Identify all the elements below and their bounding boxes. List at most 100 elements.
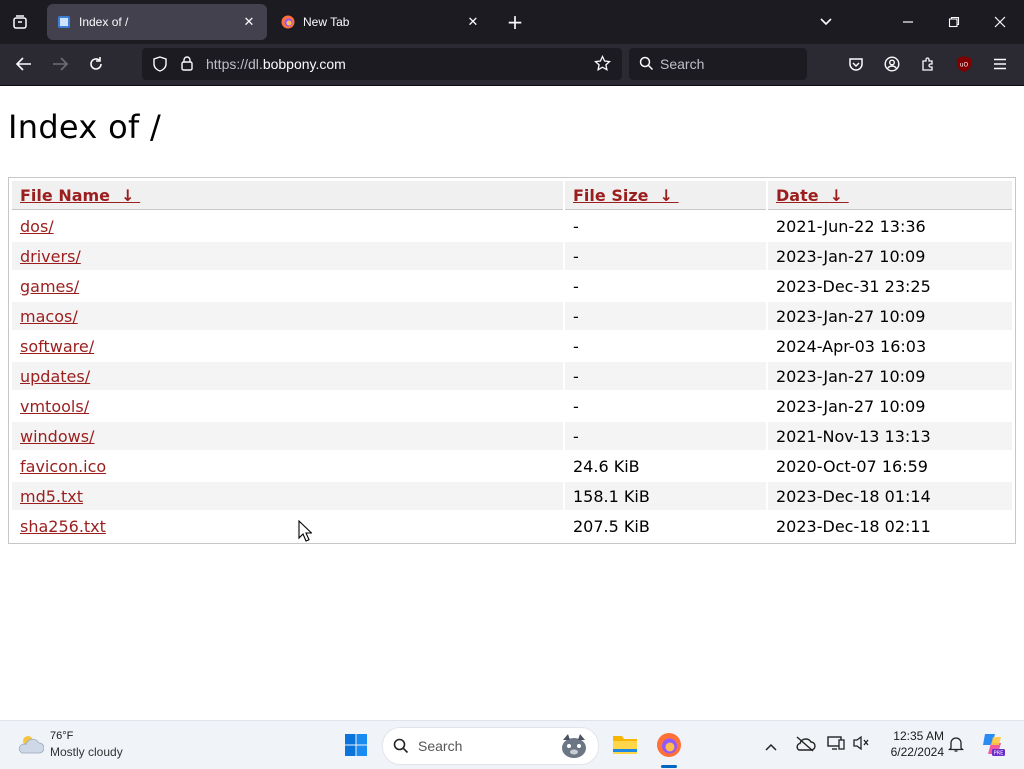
file-link[interactable]: md5.txt — [20, 487, 83, 506]
table-row: sha256.txt 207.5 KiB 2023-Dec-18 02:11 — [12, 512, 1012, 540]
search-icon — [393, 738, 409, 758]
file-date-cell: 2023-Jan-27 10:09 — [768, 242, 1012, 270]
start-button[interactable] — [344, 733, 368, 757]
file-date-cell: 2021-Nov-13 13:13 — [768, 422, 1012, 450]
sort-arrow-icon: ↓ — [829, 185, 844, 205]
close-tab-icon[interactable]: ✕ — [465, 14, 481, 30]
file-link[interactable]: windows/ — [20, 427, 94, 446]
file-size-cell: - — [565, 302, 766, 330]
table-row: drivers/ - 2023-Jan-27 10:09 — [12, 242, 1012, 270]
file-date-cell: 2024-Apr-03 16:03 — [776, 336, 927, 356]
search-placeholder: Search — [660, 56, 705, 72]
table-row: vmtools/ - 2023-Jan-27 10:09 — [12, 392, 1012, 420]
weather-widget[interactable]: 76°F Mostly cloudy — [10, 725, 140, 765]
file-link[interactable]: sha256.txt — [20, 517, 106, 536]
file-link[interactable]: drivers/ — [20, 247, 81, 266]
firefox-taskbar-icon[interactable] — [656, 732, 682, 758]
bookmark-star-icon[interactable] — [594, 54, 611, 76]
file-size-cell: - — [565, 422, 766, 450]
file-size-cell: 158.1 KiB — [565, 482, 766, 510]
svg-text:uO: uO — [960, 62, 969, 69]
taskbar-search-label: Search — [418, 738, 463, 754]
close-window-icon[interactable] — [988, 10, 1012, 34]
table-row: dos/ - 2021-Jun-22 13:36 — [12, 212, 1012, 240]
file-name-cell: sha256.txt — [12, 512, 563, 540]
table-row: windows/ - 2021-Nov-13 13:13 — [12, 422, 1012, 450]
mouse-cursor-icon — [298, 519, 313, 546]
file-link[interactable]: dos/ — [20, 217, 54, 236]
minimize-icon[interactable] — [896, 10, 920, 34]
system-clock[interactable]: 12:35 AM 6/22/2024 — [874, 728, 944, 760]
file-name-cell: windows/ — [12, 422, 563, 450]
reload-icon[interactable] — [84, 52, 108, 76]
svg-text:PRE: PRE — [994, 751, 1004, 757]
file-size-cell: 207.5 KiB — [573, 516, 650, 536]
weather-temperature: 76°F — [50, 730, 74, 742]
sort-by-size-link[interactable]: File Size ↓ — [573, 186, 679, 205]
back-icon[interactable] — [12, 52, 36, 76]
file-size-cell: - — [565, 242, 766, 270]
tab-bar: Index of / ✕ New Tab ✕ + — [0, 0, 1024, 44]
file-date-cell: 2021-Jun-22 13:36 — [776, 216, 926, 236]
url-bar[interactable]: https://dl.bobpony.com — [142, 48, 622, 80]
file-date-cell: 2023-Jan-27 10:09 — [768, 362, 1012, 390]
onedrive-offline-icon[interactable] — [794, 735, 816, 755]
close-tab-icon[interactable]: ✕ — [241, 14, 257, 30]
notifications-bell-icon[interactable] — [947, 735, 966, 755]
file-name-cell: favicon.ico — [12, 452, 563, 480]
taskbar-search-box[interactable]: Search — [382, 727, 599, 765]
file-size-cell: - — [573, 336, 579, 356]
file-link[interactable]: software/ — [20, 337, 94, 356]
tab-new-tab[interactable]: New Tab ✕ — [271, 4, 491, 40]
file-size-cell: - — [573, 216, 579, 236]
ublock-origin-icon[interactable]: uO — [952, 52, 976, 76]
file-date-cell: 2023-Jan-27 10:09 — [768, 302, 1012, 330]
menu-hamburger-icon[interactable] — [988, 52, 1012, 76]
table-row: favicon.ico 24.6 KiB 2020-Oct-07 16:59 — [12, 452, 1012, 480]
file-size-cell: 24.6 KiB — [573, 456, 640, 476]
table-row: games/ - 2023-Dec-31 23:25 — [12, 272, 1012, 300]
file-link[interactable]: updates/ — [20, 367, 90, 386]
sort-by-name-link[interactable]: File Name ↓ — [20, 186, 140, 205]
url-host: bobpony.com — [262, 56, 346, 72]
extensions-puzzle-icon[interactable] — [916, 52, 940, 76]
file-date-cell: 2023-Dec-18 01:14 — [768, 482, 1012, 510]
file-table: File Name ↓ File Size ↓ Date ↓ dos/ - 20… — [10, 179, 1014, 542]
taskbar: 76°F Mostly cloudy Search 12:35 AM 6/22/… — [0, 720, 1024, 769]
file-link[interactable]: macos/ — [20, 307, 78, 326]
file-explorer-icon[interactable] — [612, 733, 638, 757]
copilot-preview-icon[interactable]: PRE — [980, 731, 1006, 759]
table-row: software/ - 2024-Apr-03 16:03 — [12, 332, 1012, 360]
table-row: updates/ - 2023-Jan-27 10:09 — [12, 362, 1012, 390]
account-icon[interactable] — [880, 52, 904, 76]
file-date-cell: 2020-Oct-07 16:59 — [776, 456, 928, 476]
file-link[interactable]: favicon.ico — [20, 457, 106, 476]
file-name-cell: games/ — [12, 272, 563, 300]
column-label: Date — [776, 185, 819, 205]
file-size-cell: - — [573, 276, 579, 296]
tab-title: New Tab — [303, 15, 350, 29]
show-hidden-icons-chevron-icon[interactable] — [764, 737, 780, 753]
file-list: File Name ↓ File Size ↓ Date ↓ dos/ - 20… — [8, 177, 1016, 544]
cloudy-weather-icon — [16, 733, 45, 759]
tracking-protection-shield-icon[interactable] — [152, 56, 168, 76]
network-icon[interactable] — [827, 735, 847, 755]
tab-index[interactable]: Index of / ✕ — [47, 4, 267, 40]
file-link[interactable]: vmtools/ — [20, 397, 89, 416]
new-tab-icon[interactable]: + — [504, 10, 526, 34]
sort-by-date-link[interactable]: Date ↓ — [776, 186, 849, 205]
volume-icon[interactable] — [852, 735, 872, 755]
tab-title: Index of / — [79, 15, 129, 29]
clock-date: 6/22/2024 — [890, 745, 944, 759]
list-tabs-chevron-icon[interactable] — [814, 10, 838, 34]
tab-overview-icon[interactable] — [8, 10, 32, 34]
restore-icon[interactable] — [942, 10, 966, 34]
search-bar[interactable]: Search — [629, 48, 807, 80]
forward-icon[interactable] — [48, 52, 72, 76]
table-row: macos/ - 2023-Jan-27 10:09 — [12, 302, 1012, 330]
url-text[interactable]: https://dl.bobpony.com — [206, 56, 346, 72]
file-link[interactable]: games/ — [20, 277, 79, 296]
lock-icon[interactable] — [180, 55, 194, 75]
pocket-icon[interactable] — [844, 52, 868, 76]
table-header-row: File Name ↓ File Size ↓ Date ↓ — [12, 181, 1012, 210]
